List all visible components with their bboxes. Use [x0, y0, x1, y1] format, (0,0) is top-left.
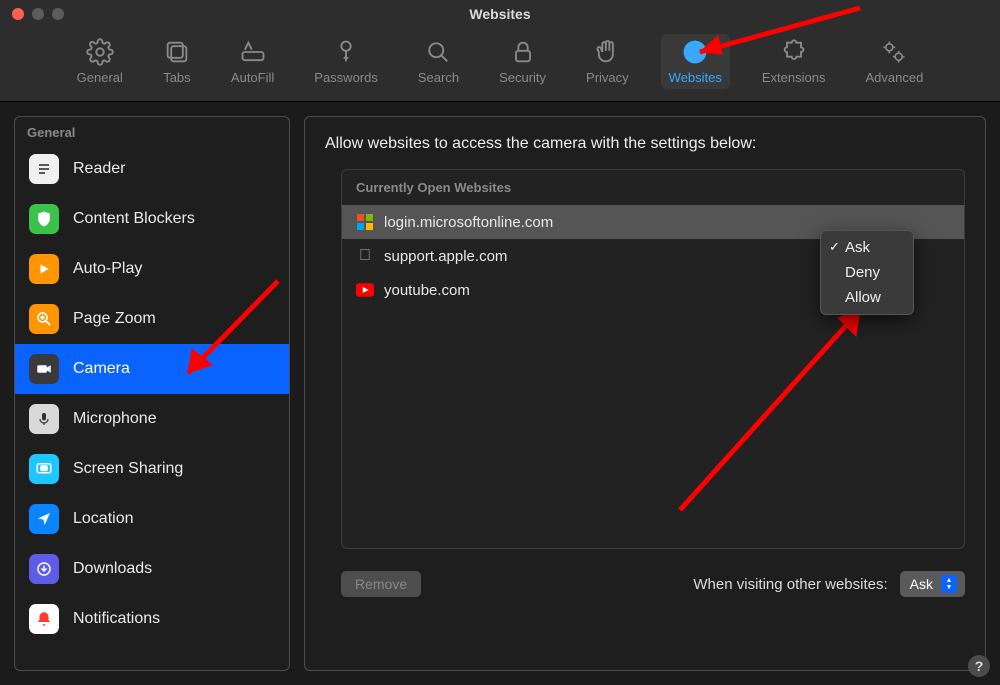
toolbar-tab-search[interactable]: Search: [410, 34, 467, 89]
toolbar-tab-passwords[interactable]: Passwords: [306, 34, 386, 89]
remove-button[interactable]: Remove: [341, 571, 421, 597]
zoom-icon: [29, 304, 59, 334]
detail-headline: Allow websites to access the camera with…: [305, 117, 985, 165]
toolbar-label: General: [77, 70, 123, 85]
sidebar-item-label: Content Blockers: [73, 210, 195, 228]
shield-icon: [29, 204, 59, 234]
sidebar-item-label: Notifications: [73, 610, 160, 628]
sidebar-item-label: Downloads: [73, 560, 152, 578]
sidebar-item-label: Microphone: [73, 410, 157, 428]
list-section-header: Currently Open Websites: [342, 170, 964, 205]
toolbar-label: Tabs: [163, 70, 190, 85]
site-host: login.microsoftonline.com: [384, 214, 553, 231]
sidebar: General Reader Content Blockers Auto-Pla…: [14, 116, 290, 671]
toolbar-label: Extensions: [762, 70, 826, 85]
other-websites-label: When visiting other websites:: [693, 576, 887, 593]
location-icon: [29, 504, 59, 534]
chevron-updown-icon: [941, 575, 957, 593]
detail-panel: Allow websites to access the camera with…: [304, 116, 986, 671]
sidebar-item-microphone[interactable]: Microphone: [15, 394, 289, 444]
sidebar-item-label: Location: [73, 510, 134, 528]
microphone-icon: [29, 404, 59, 434]
camera-icon: [29, 354, 59, 384]
sidebar-item-content-blockers[interactable]: Content Blockers: [15, 194, 289, 244]
pen-icon: [239, 38, 267, 66]
toolbar-label: Search: [418, 70, 459, 85]
permission-option-deny[interactable]: Deny: [821, 260, 913, 285]
sidebar-item-camera[interactable]: Camera: [15, 344, 289, 394]
sidebar-item-label: Auto-Play: [73, 260, 142, 278]
help-button[interactable]: ?: [968, 655, 990, 677]
hand-icon: [593, 38, 621, 66]
sidebar-item-downloads[interactable]: Downloads: [15, 544, 289, 594]
toolbar-tab-extensions[interactable]: Extensions: [754, 34, 834, 89]
gears-icon: [880, 38, 908, 66]
bell-icon: [29, 604, 59, 634]
sidebar-section-header: General: [15, 117, 289, 144]
select-value: Ask: [910, 576, 933, 592]
toolbar-label: Advanced: [865, 70, 923, 85]
other-websites-select[interactable]: Ask: [900, 571, 965, 597]
sidebar-item-page-zoom[interactable]: Page Zoom: [15, 294, 289, 344]
sidebar-item-reader[interactable]: Reader: [15, 144, 289, 194]
sidebar-item-notifications[interactable]: Notifications: [15, 594, 289, 644]
search-icon: [424, 38, 452, 66]
help-icon: ?: [975, 658, 984, 674]
sidebar-item-label: Page Zoom: [73, 310, 156, 328]
play-icon: [29, 254, 59, 284]
toolbar-label: AutoFill: [231, 70, 274, 85]
toolbar-label: Security: [499, 70, 546, 85]
content-area: General Reader Content Blockers Auto-Pla…: [0, 102, 1000, 685]
permission-option-allow[interactable]: Allow: [821, 285, 913, 310]
microsoft-icon: [356, 213, 374, 231]
preferences-toolbar: General Tabs AutoFill Passwords Search S…: [0, 28, 1000, 102]
download-icon: [29, 554, 59, 584]
reader-icon: [29, 154, 59, 184]
open-websites-list: Currently Open Websites login.microsofto…: [341, 169, 965, 549]
gear-icon: [86, 38, 114, 66]
youtube-icon: [356, 281, 374, 299]
toolbar-tab-advanced[interactable]: Advanced: [857, 34, 931, 89]
sidebar-item-label: Camera: [73, 360, 130, 378]
tabs-icon: [163, 38, 191, 66]
toolbar-label: Websites: [669, 70, 722, 85]
toolbar-tab-security[interactable]: Security: [491, 34, 554, 89]
apple-icon: : [356, 247, 374, 265]
screen-icon: [29, 454, 59, 484]
key-icon: [332, 38, 360, 66]
window-title: Websites: [0, 6, 1000, 22]
sidebar-item-auto-play[interactable]: Auto-Play: [15, 244, 289, 294]
sidebar-item-screen-sharing[interactable]: Screen Sharing: [15, 444, 289, 494]
lock-icon: [509, 38, 537, 66]
permission-option-ask[interactable]: Ask: [821, 235, 913, 260]
puzzle-icon: [780, 38, 808, 66]
sidebar-item-label: Reader: [73, 160, 125, 178]
toolbar-tab-websites[interactable]: Websites: [661, 34, 730, 89]
toolbar-label: Passwords: [314, 70, 378, 85]
title-bar: Websites: [0, 0, 1000, 28]
toolbar-tab-privacy[interactable]: Privacy: [578, 34, 637, 89]
toolbar-tab-tabs[interactable]: Tabs: [155, 34, 199, 89]
permission-menu[interactable]: Ask Deny Allow: [820, 230, 914, 315]
detail-footer: Remove When visiting other websites: Ask: [305, 549, 985, 613]
sidebar-item-location[interactable]: Location: [15, 494, 289, 544]
toolbar-tab-autofill[interactable]: AutoFill: [223, 34, 282, 89]
toolbar-tab-general[interactable]: General: [69, 34, 131, 89]
site-host: youtube.com: [384, 282, 470, 299]
sidebar-item-label: Screen Sharing: [73, 460, 183, 478]
globe-icon: [681, 38, 709, 66]
toolbar-label: Privacy: [586, 70, 629, 85]
site-host: support.apple.com: [384, 248, 507, 265]
